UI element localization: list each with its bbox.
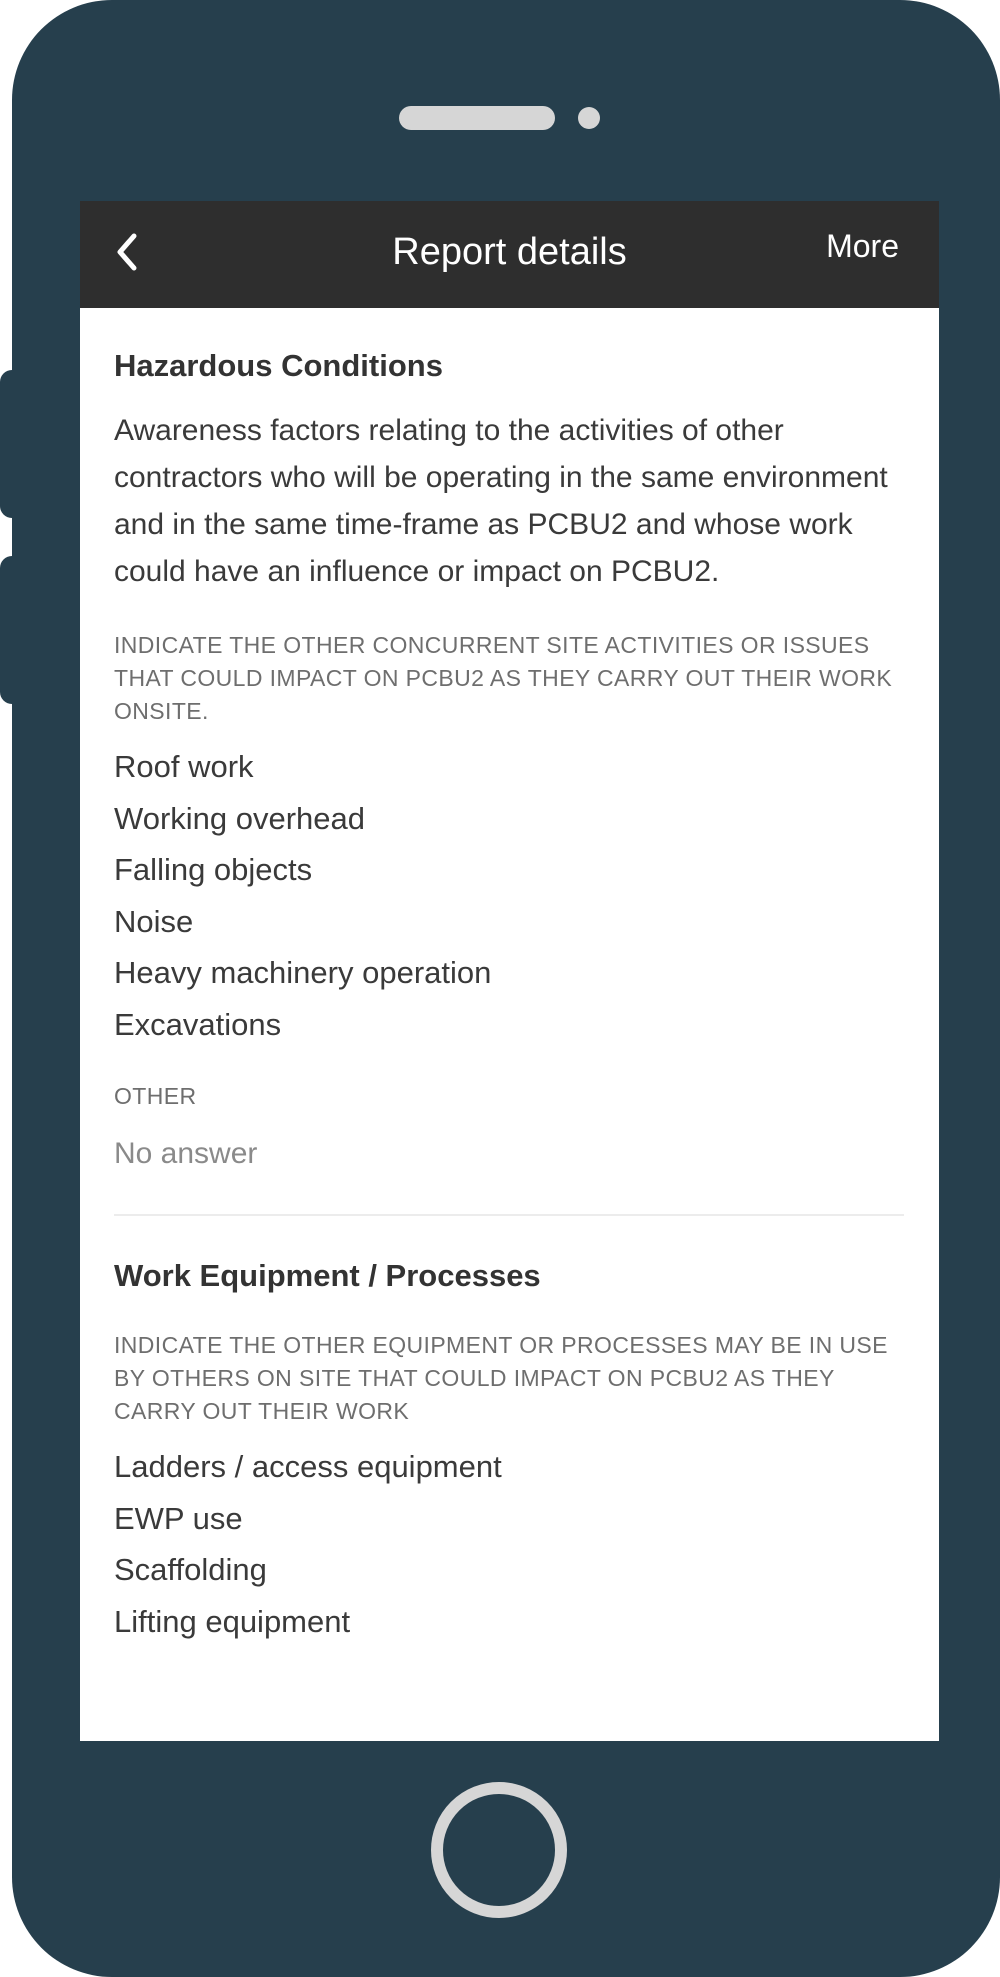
- answer-item: Noise: [114, 903, 194, 939]
- section-title-hazardous-conditions: Hazardous Conditions: [114, 348, 443, 383]
- answer-item: EWP use: [114, 1500, 243, 1536]
- question-label-other: OTHER: [114, 1083, 197, 1109]
- navigation-bar: Report details More: [80, 201, 939, 308]
- report-content: Hazardous Conditions Awareness factors r…: [114, 308, 904, 1647]
- question-label-concurrent-activities: INDICATE THE OTHER CONCURRENT SITE ACTIV…: [114, 632, 893, 724]
- page-title: Report details: [392, 231, 627, 273]
- answer-item: Working overhead: [114, 800, 366, 836]
- home-button[interactable]: [431, 1782, 567, 1918]
- answer-item: Lifting equipment: [114, 1603, 351, 1639]
- front-camera: [578, 107, 600, 129]
- answer-item: Roof work: [114, 749, 254, 784]
- question-label-equipment: INDICATE THE OTHER EQUIPMENT OR PROCESSE…: [114, 1332, 888, 1424]
- more-button[interactable]: More: [826, 228, 899, 265]
- answer-item: Falling objects: [114, 852, 313, 887]
- section-title-work-equipment: Work Equipment / Processes: [114, 1258, 541, 1293]
- section-description: Awareness factors relating to the activi…: [114, 414, 888, 588]
- section-divider: [114, 1214, 904, 1216]
- answer-list-concurrent-activities: Roof work Working overhead Falling objec…: [114, 741, 904, 1050]
- volume-up-button: [0, 370, 22, 518]
- other-answer-value: No answer: [114, 1137, 258, 1170]
- answer-item: Scaffolding: [114, 1552, 267, 1587]
- answer-item: Heavy machinery operation: [114, 955, 492, 990]
- answer-item: Excavations: [114, 1006, 282, 1042]
- answer-list-equipment: Ladders / access equipment EWP use Scaff…: [114, 1441, 904, 1647]
- answer-item: Ladders / access equipment: [114, 1449, 502, 1484]
- volume-down-button: [0, 556, 22, 704]
- speaker-grille: [399, 106, 555, 130]
- app-screen: Report details More Hazardous Conditions…: [80, 201, 939, 1741]
